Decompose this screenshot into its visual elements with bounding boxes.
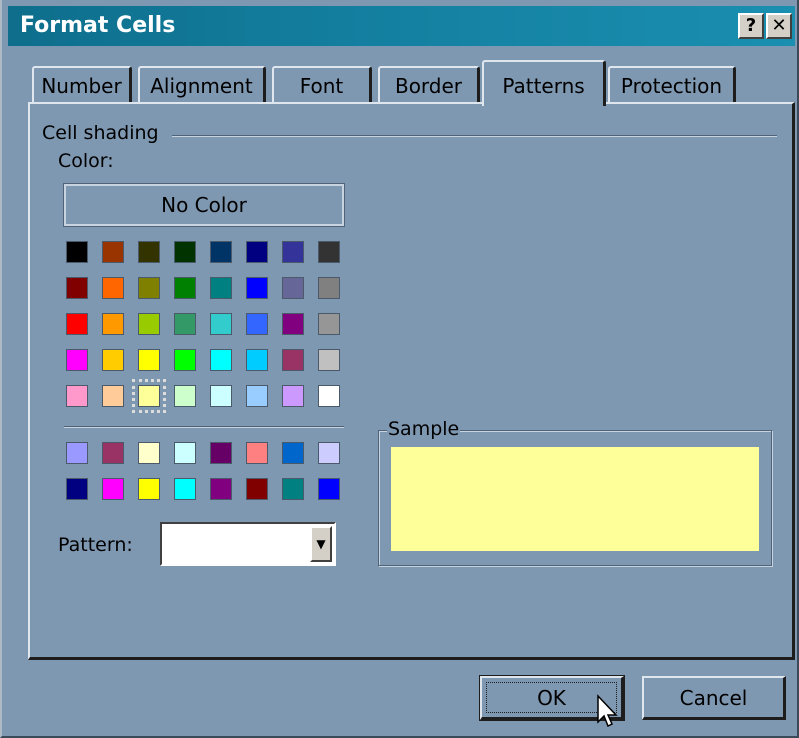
palette-swatch[interactable]: [138, 241, 160, 263]
palette-swatch[interactable]: [102, 241, 124, 263]
palette-swatch[interactable]: [102, 313, 124, 335]
chart-palette-swatch[interactable]: [174, 478, 196, 500]
chevron-down-icon: ▼: [316, 537, 326, 551]
mouse-cursor-icon: [597, 694, 618, 728]
palette-swatch[interactable]: [66, 241, 88, 263]
tab-patterns[interactable]: Patterns: [482, 60, 606, 106]
pattern-label: Pattern:: [58, 534, 133, 556]
palette-swatch[interactable]: [174, 241, 196, 263]
palette-swatch[interactable]: [282, 313, 304, 335]
chart-palette-swatch[interactable]: [210, 478, 232, 500]
palette-swatch[interactable]: [282, 385, 304, 407]
palette-swatch[interactable]: [210, 277, 232, 299]
chart-palette-swatch[interactable]: [318, 478, 340, 500]
palette-swatch[interactable]: [132, 379, 166, 413]
palette-swatch[interactable]: [318, 385, 340, 407]
cancel-button[interactable]: Cancel: [642, 676, 786, 720]
palette-swatch[interactable]: [246, 349, 268, 371]
help-icon: ?: [745, 15, 757, 36]
palette-divider: [64, 426, 344, 428]
palette-swatch[interactable]: [66, 313, 88, 335]
chart-palette-swatch[interactable]: [102, 478, 124, 500]
tab-alignment[interactable]: Alignment: [138, 66, 266, 102]
chart-palette-swatch[interactable]: [282, 478, 304, 500]
chart-palette-swatch[interactable]: [282, 442, 304, 464]
palette-swatch[interactable]: [318, 277, 340, 299]
palette-swatch[interactable]: [318, 241, 340, 263]
palette-swatch[interactable]: [138, 277, 160, 299]
palette-swatch[interactable]: [66, 385, 88, 407]
palette-swatch[interactable]: [138, 349, 160, 371]
sample-group: Sample: [378, 418, 772, 566]
palette-swatch[interactable]: [318, 349, 340, 371]
close-icon: ✕: [771, 15, 787, 36]
tab-font[interactable]: Font: [272, 66, 372, 102]
chart-palette-swatch[interactable]: [318, 442, 340, 464]
palette-swatch[interactable]: [66, 349, 88, 371]
help-button[interactable]: ?: [738, 13, 764, 39]
palette-swatch[interactable]: [246, 241, 268, 263]
color-label: Color:: [58, 150, 114, 172]
chart-palette-swatch[interactable]: [138, 442, 160, 464]
patterns-panel: Cell shading Color: No Color Pattern: ▼ …: [28, 102, 795, 660]
no-color-button[interactable]: No Color: [63, 183, 345, 227]
palette-swatch[interactable]: [174, 349, 196, 371]
palette-swatch[interactable]: [318, 313, 340, 335]
palette-swatch[interactable]: [102, 277, 124, 299]
chart-palette-swatch[interactable]: [174, 442, 196, 464]
sample-preview: [391, 447, 759, 551]
dialog-title: Format Cells: [20, 13, 176, 38]
palette-swatch[interactable]: [210, 313, 232, 335]
cell-shading-divider: [172, 135, 777, 137]
tab-protection[interactable]: Protection: [608, 66, 736, 102]
palette-swatch[interactable]: [102, 349, 124, 371]
chart-palette-swatch[interactable]: [102, 442, 124, 464]
palette-swatch[interactable]: [246, 277, 268, 299]
chart-palette-swatch[interactable]: [66, 478, 88, 500]
palette-swatch[interactable]: [246, 385, 268, 407]
palette-swatch[interactable]: [282, 349, 304, 371]
cell-shading-label: Cell shading: [42, 122, 159, 144]
palette-swatch[interactable]: [210, 241, 232, 263]
sample-label: Sample: [387, 418, 461, 440]
palette-swatch[interactable]: [282, 241, 304, 263]
chart-palette-swatch[interactable]: [66, 442, 88, 464]
palette-swatch[interactable]: [66, 277, 88, 299]
chart-palette-swatch[interactable]: [246, 478, 268, 500]
palette-swatch[interactable]: [174, 313, 196, 335]
palette-swatch[interactable]: [174, 385, 196, 407]
chart-palette-swatch[interactable]: [246, 442, 268, 464]
chart-palette-swatch[interactable]: [138, 478, 160, 500]
palette-swatch[interactable]: [210, 385, 232, 407]
palette-swatch[interactable]: [174, 277, 196, 299]
pattern-dropdown-button[interactable]: ▼: [310, 526, 332, 562]
palette-swatch[interactable]: [246, 313, 268, 335]
palette-swatch[interactable]: [138, 313, 160, 335]
close-button[interactable]: ✕: [766, 13, 792, 39]
title-bar[interactable]: Format Cells ? ✕: [8, 6, 795, 46]
format-cells-dialog: Format Cells ? ✕ Number Alignment Font B…: [0, 0, 799, 738]
tab-border[interactable]: Border: [378, 66, 480, 102]
palette-swatch[interactable]: [102, 385, 124, 407]
tab-number[interactable]: Number: [32, 66, 132, 102]
palette-swatch[interactable]: [210, 349, 232, 371]
palette-swatch[interactable]: [282, 277, 304, 299]
chart-palette-swatch[interactable]: [210, 442, 232, 464]
pattern-select[interactable]: ▼: [160, 522, 336, 566]
